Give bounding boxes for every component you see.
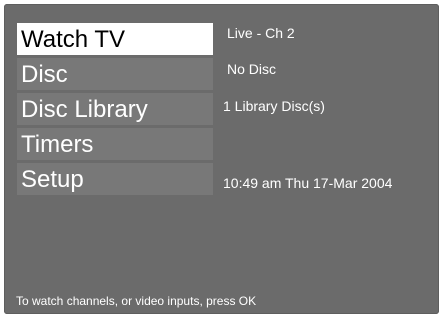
menu-item-watch-tv[interactable]: Watch TV [17, 23, 213, 55]
menu-item-label: Watch TV [21, 26, 126, 53]
date-time-readout: 10:49 am Thu 17-Mar 2004 [223, 175, 393, 191]
menu-item-timers[interactable]: Timers [17, 128, 213, 160]
menu-item-label: Timers [21, 131, 94, 158]
watch-tv-status: Live - Ch 2 [227, 25, 295, 41]
menu-item-label: Setup [21, 166, 84, 193]
menu-item-label: Disc Library [21, 96, 148, 123]
disc-library-status: 1 Library Disc(s) [223, 98, 325, 114]
menu-item-disc-library[interactable]: Disc Library [17, 93, 213, 125]
menu-screen: Watch TV Disc Disc Library Timers Setup … [4, 4, 439, 314]
menu-item-setup[interactable]: Setup [17, 163, 213, 195]
menu-item-disc[interactable]: Disc [17, 58, 213, 90]
menu-item-label: Disc [21, 61, 68, 88]
help-hint: To watch channels, or video inputs, pres… [16, 294, 257, 308]
disc-status: No Disc [227, 61, 277, 77]
